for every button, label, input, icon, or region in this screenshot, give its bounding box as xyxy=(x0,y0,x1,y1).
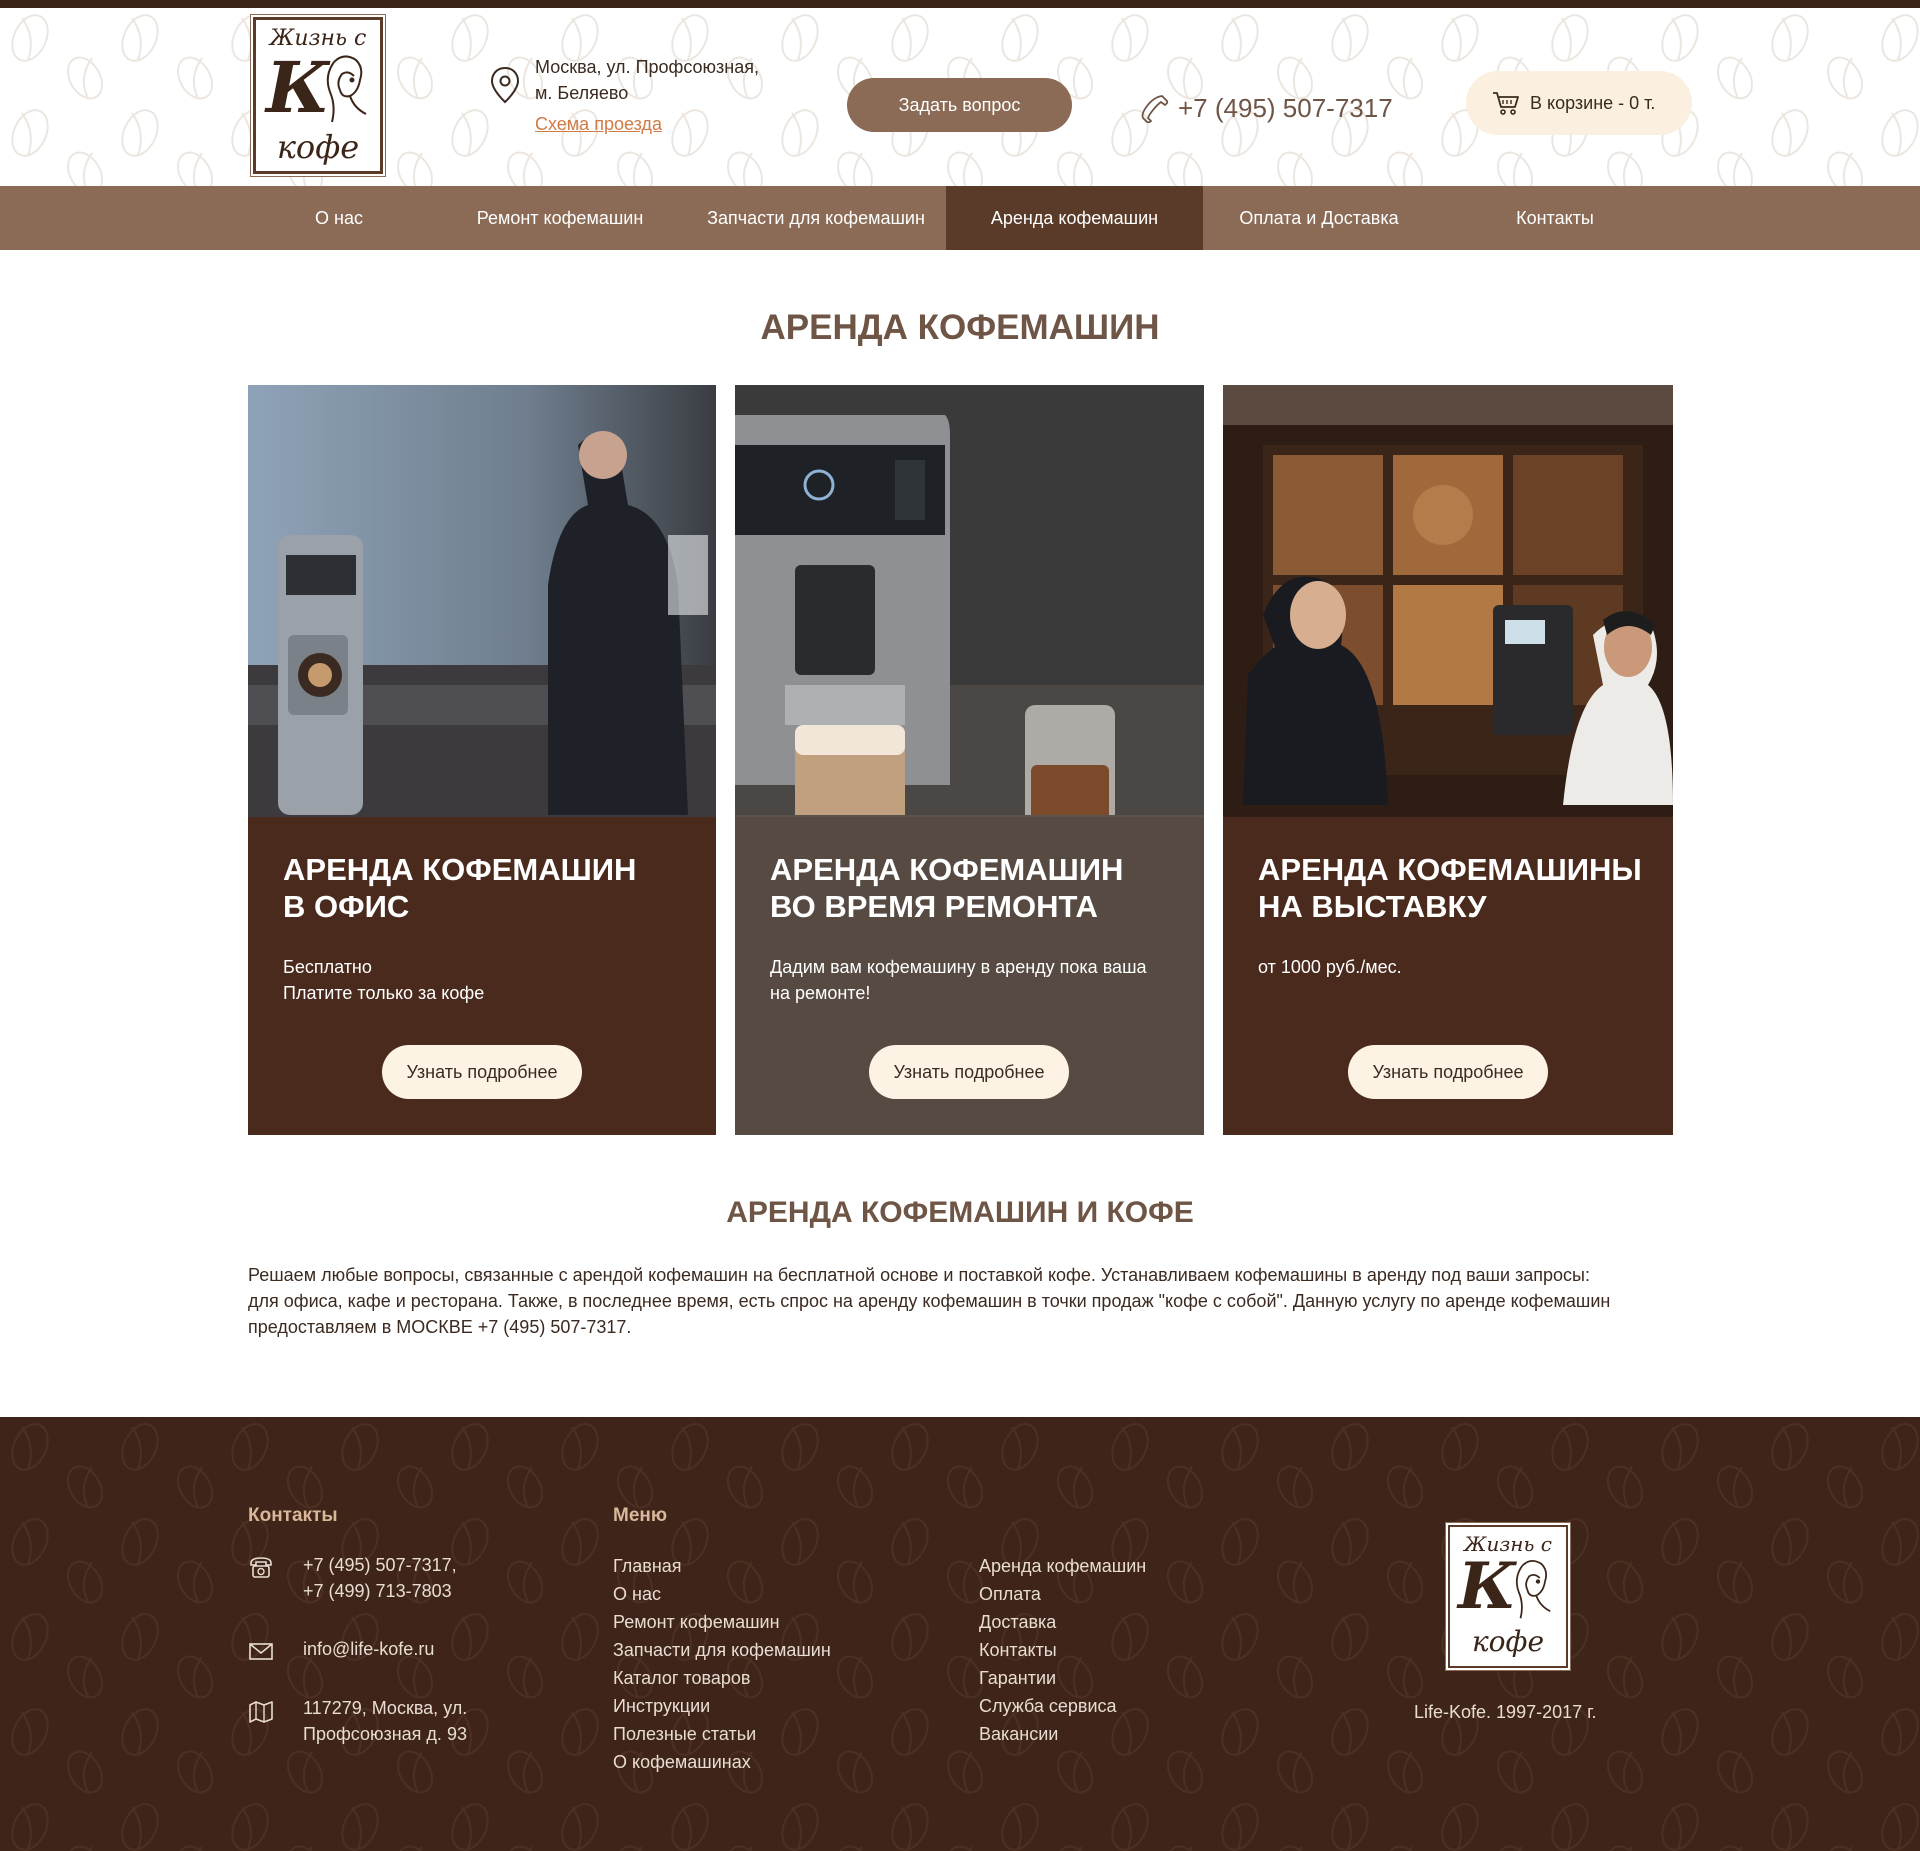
cart-text: В корзине - 0 т. xyxy=(1530,92,1656,113)
card-desc-line1: от 1000 руб./мес. xyxy=(1258,957,1402,977)
nav-item-about[interactable]: О нас xyxy=(248,186,430,250)
footer-phones: +7 (495) 507-7317, +7 (499) 713-7803 xyxy=(248,1552,457,1604)
footer-contacts-heading: Контакты xyxy=(248,1505,338,1526)
footer-phone-line2[interactable]: +7 (499) 713-7803 xyxy=(303,1578,457,1604)
card-more-button[interactable]: Узнать подробнее xyxy=(1348,1045,1548,1099)
page-title: АРЕНДА КОФЕМАШИН xyxy=(760,308,1160,347)
section-text: Решаем любые вопросы, связанные с арендо… xyxy=(248,1262,1678,1340)
footer-link-payment[interactable]: Оплата xyxy=(979,1580,1146,1608)
footer-logo-line2: кофе xyxy=(1471,1625,1545,1658)
card-description: Дадим вам кофемашину в аренду пока ваша … xyxy=(770,954,1147,1006)
logo-woman-silhouette xyxy=(326,55,367,123)
footer-address-line1: 117279, Москва, ул. xyxy=(303,1698,468,1718)
nav-item-contacts[interactable]: Контакты xyxy=(1465,186,1645,250)
footer-link-catalog[interactable]: Каталог товаров xyxy=(613,1664,831,1692)
nav-item-parts[interactable]: Запчасти для кофемашин xyxy=(690,186,942,250)
card-title-line2: ВО ВРЕМЯ РЕМОНТА xyxy=(770,889,1098,924)
footer-link-service[interactable]: Служба сервиса xyxy=(979,1692,1146,1720)
address-line1: Москва, ул. Профсоюзная, xyxy=(535,57,759,77)
card-title-line1: АРЕНДА КОФЕМАШИНЫ xyxy=(1258,852,1642,887)
card-title-line1: АРЕНДА КОФЕМАШИН xyxy=(283,852,637,887)
address-line2: м. Беляево xyxy=(535,83,629,103)
main-nav: О нас Ремонт кофемашин Запчасти для кофе… xyxy=(0,186,1920,250)
footer-phone-text: +7 (495) 507-7317, +7 (499) 713-7803 xyxy=(303,1552,457,1604)
route-map-link[interactable]: Схема проезда xyxy=(535,114,662,135)
top-border xyxy=(0,0,1920,8)
nav-item-rent[interactable]: Аренда кофемашин xyxy=(946,186,1203,250)
footer-link-machines[interactable]: О кофемашинах xyxy=(613,1748,831,1776)
footer-link-rent[interactable]: Аренда кофемашин xyxy=(979,1552,1146,1580)
card-desc-line2: Платите только за кофе xyxy=(283,983,485,1003)
footer-bean-pattern xyxy=(0,1417,1920,1851)
card-title: АРЕНДА КОФЕМАШИНЫ НА ВЫСТАВКУ xyxy=(1258,851,1642,925)
footer-menu-col1: Главная О нас Ремонт кофемашин Запчасти … xyxy=(613,1552,831,1776)
footer-link-repair[interactable]: Ремонт кофемашин xyxy=(613,1608,831,1636)
footer-link-articles[interactable]: Полезные статьи xyxy=(613,1720,831,1748)
footer-link-contacts[interactable]: Контакты xyxy=(979,1636,1146,1664)
footer-link-warranty[interactable]: Гарантии xyxy=(979,1664,1146,1692)
footer-logo-woman-silhouette xyxy=(1515,1560,1551,1619)
footer-link-delivery[interactable]: Доставка xyxy=(979,1608,1146,1636)
footer-link-vacancies[interactable]: Вакансии xyxy=(979,1720,1146,1748)
card-description: от 1000 руб./мес. xyxy=(1258,954,1402,980)
card-more-button[interactable]: Узнать подробнее xyxy=(869,1045,1069,1099)
rent-card-repair: АРЕНДА КОФЕМАШИН ВО ВРЕМЯ РЕМОНТА Дадим … xyxy=(735,385,1204,1135)
card-desc-line1: Дадим вам кофемашину в аренду пока ваша xyxy=(770,957,1147,977)
card-title-line1: АРЕНДА КОФЕМАШИН xyxy=(770,852,1124,887)
section-title: АРЕНДА КОФЕМАШИН И КОФЕ xyxy=(726,1196,1194,1229)
footer-copyright: Life-Kofe. 1997-2017 г. xyxy=(1414,1702,1597,1722)
footer-link-about[interactable]: О нас xyxy=(613,1580,831,1608)
footer-email-link[interactable]: info@life-kofe.ru xyxy=(303,1636,434,1662)
footer-address-line2: Профсоюзная д. 93 xyxy=(303,1724,467,1744)
phone-handset-icon xyxy=(1141,95,1169,123)
map-pin-icon xyxy=(490,66,520,104)
logo-line2: кофе xyxy=(276,128,360,166)
card-title-line2: В ОФИС xyxy=(283,889,410,924)
envelope-icon xyxy=(249,1643,273,1660)
footer-email-text: info@life-kofe.ru xyxy=(303,1636,434,1664)
card-title: АРЕНДА КОФЕМАШИН ВО ВРЕМЯ РЕМОНТА xyxy=(770,851,1123,925)
footer-menu-col2: Аренда кофемашин Оплата Доставка Контакт… xyxy=(979,1552,1146,1748)
header-phone[interactable]: +7 (495) 507-7317 xyxy=(1140,90,1393,126)
header: Жизнь с К кофе Москва, ул. Профсоюзная, … xyxy=(0,8,1920,186)
card-more-button[interactable]: Узнать подробнее xyxy=(382,1045,582,1099)
card-description: Бесплатно Платите только за кофе xyxy=(283,954,484,1006)
nav-item-repair[interactable]: Ремонт кофемашин xyxy=(460,186,660,250)
ask-question-button[interactable]: Задать вопрос xyxy=(847,78,1072,132)
site-logo[interactable]: Жизнь с К кофе xyxy=(253,17,383,174)
footer-link-parts[interactable]: Запчасти для кофемашин xyxy=(613,1636,831,1664)
section-text-line1: Решаем любые вопросы, связанные с арендо… xyxy=(248,1265,1590,1285)
card-desc-line1: Бесплатно xyxy=(283,957,372,977)
card-title: АРЕНДА КОФЕМАШИН В ОФИС xyxy=(283,851,636,925)
address-text: Москва, ул. Профсоюзная, м. Беляево xyxy=(535,54,759,106)
section-text-line3: предоставляем в МОСКВЕ +7 (495) 507-7317… xyxy=(248,1317,632,1337)
map-icon xyxy=(249,1701,273,1723)
phone-number: +7 (495) 507-7317 xyxy=(1178,92,1393,123)
footer-address-text: 117279, Москва, ул. Профсоюзная д. 93 xyxy=(303,1695,467,1747)
shopping-cart-icon xyxy=(1493,92,1519,115)
rent-card-exhibition: АРЕНДА КОФЕМАШИНЫ НА ВЫСТАВКУ от 1000 ру… xyxy=(1223,385,1673,1135)
card-title-line2: НА ВЫСТАВКУ xyxy=(1258,889,1487,924)
telephone-icon xyxy=(250,1557,272,1578)
footer-menu-heading: Меню xyxy=(613,1505,668,1526)
footer xyxy=(0,1417,1920,1851)
footer-address: 117279, Москва, ул. Профсоюзная д. 93 xyxy=(248,1695,467,1747)
rent-card-office: АРЕНДА КОФЕМАШИН В ОФИС Бесплатно Платит… xyxy=(248,385,716,1135)
footer-link-instructions[interactable]: Инструкции xyxy=(613,1692,831,1720)
cart-button[interactable]: В корзине - 0 т. xyxy=(1466,71,1692,135)
section-text-line2: для офиса, кафе и ресторана. Также, в по… xyxy=(248,1291,1611,1311)
footer-phone-line1[interactable]: +7 (495) 507-7317, xyxy=(303,1552,457,1578)
footer-logo[interactable]: Жизнь с К кофе xyxy=(1448,1525,1568,1668)
footer-link-home[interactable]: Главная xyxy=(613,1552,831,1580)
footer-email: info@life-kofe.ru xyxy=(248,1636,434,1664)
nav-item-payment[interactable]: Оплата и Доставка xyxy=(1203,186,1435,250)
card-desc-line2: на ремонте! xyxy=(770,983,871,1003)
